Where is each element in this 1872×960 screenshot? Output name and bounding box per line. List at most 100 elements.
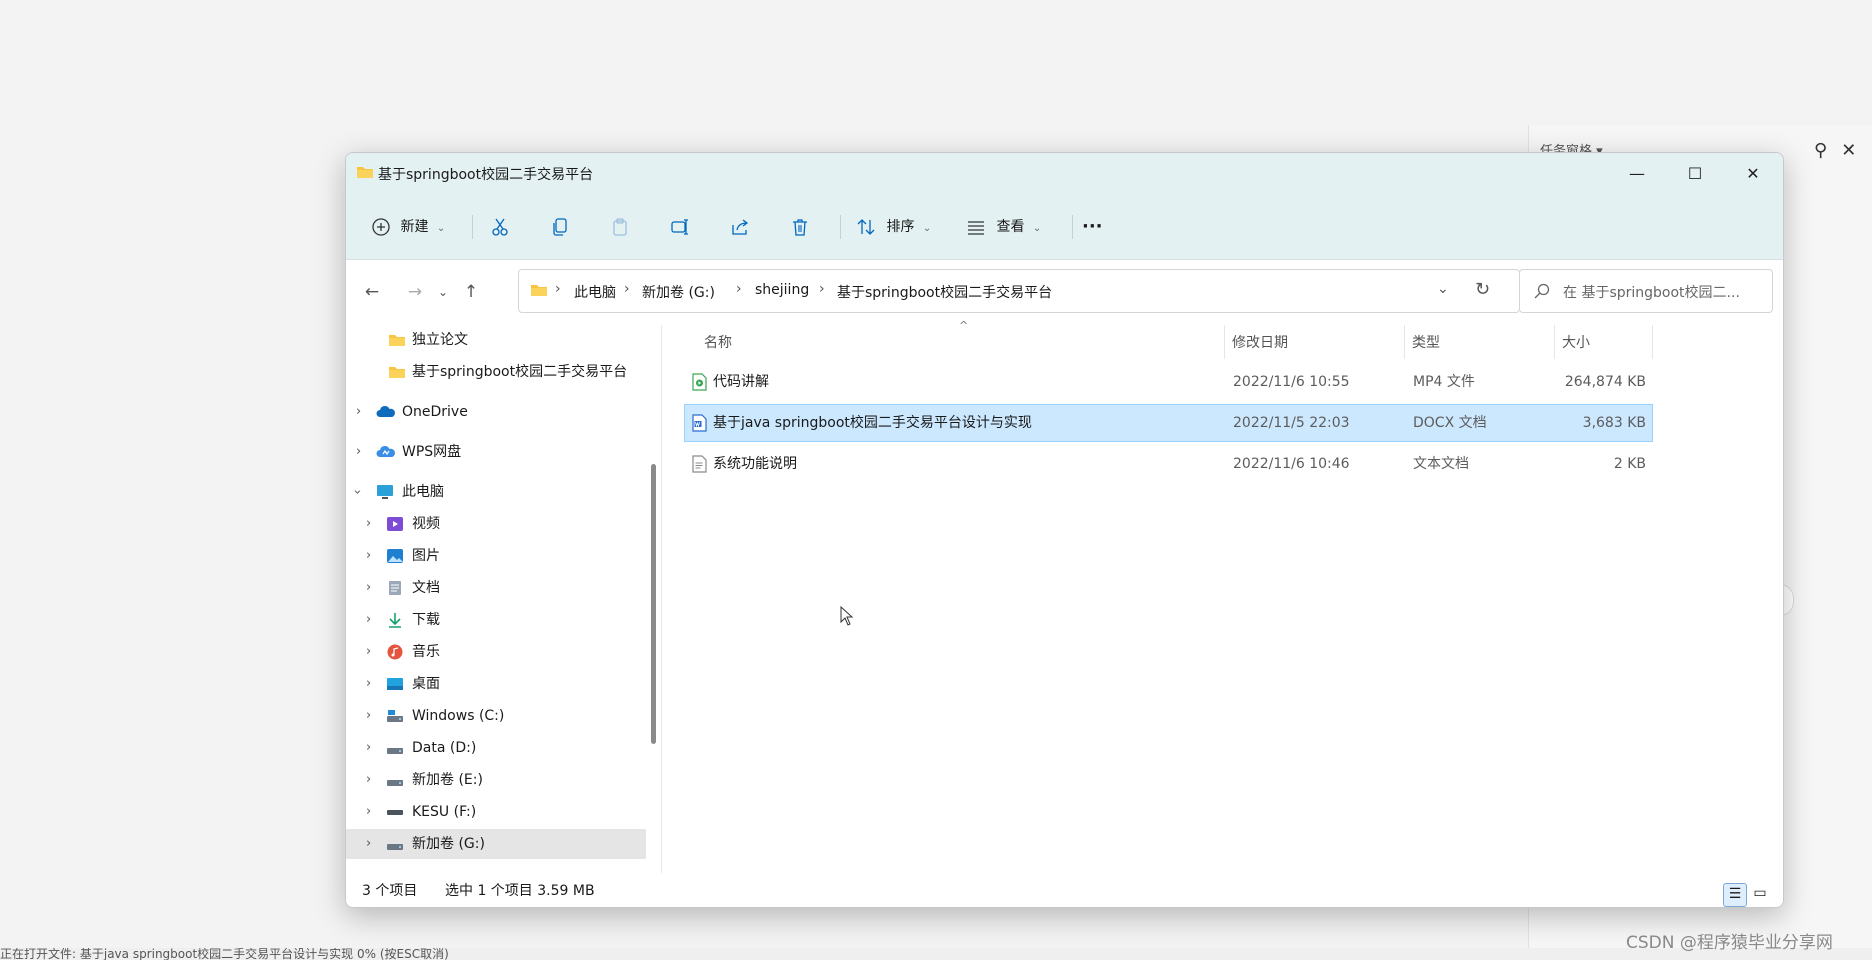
recent-locations-button[interactable]: ⌄ bbox=[430, 280, 456, 304]
breadcrumb-shejiing[interactable]: shejiing bbox=[755, 282, 809, 298]
file-size: 264,874 KB bbox=[1564, 374, 1646, 390]
maximize-button[interactable]: ☐ bbox=[1666, 153, 1724, 195]
search-box[interactable]: 在 基于springboot校园二... bbox=[1519, 269, 1773, 313]
view-label: 查看 bbox=[996, 219, 1025, 235]
nav-item-label: 下载 bbox=[412, 612, 440, 628]
refresh-icon[interactable]: ↻ bbox=[1475, 279, 1490, 300]
selection-info: 选中 1 个项目 3.59 MB bbox=[445, 883, 595, 899]
file-size: 3,683 KB bbox=[1582, 415, 1646, 431]
nav-item-drive-e[interactable]: › 新加卷 (E:) bbox=[346, 765, 646, 795]
nav-item-project-folder[interactable]: 基于springboot校园二手交易平台 bbox=[346, 357, 646, 387]
text-file-icon bbox=[692, 455, 707, 473]
trash-icon bbox=[793, 219, 807, 236]
toolbar-divider bbox=[1072, 215, 1073, 239]
arrow-left-icon: ← bbox=[364, 282, 380, 302]
watermark: CSDN @程序猿毕业分享网 bbox=[1626, 933, 1833, 953]
nav-item-drive-g[interactable]: › 新加卷 (G:) bbox=[346, 829, 646, 859]
share-button[interactable] bbox=[730, 211, 750, 243]
column-divider[interactable] bbox=[1554, 325, 1555, 359]
paste-button[interactable] bbox=[610, 211, 630, 243]
nav-item-videos[interactable]: › 视频 bbox=[346, 509, 646, 539]
drive-icon bbox=[387, 780, 403, 786]
breadcrumb-separator: › bbox=[555, 281, 561, 297]
column-header-type[interactable]: 类型 bbox=[1412, 325, 1440, 361]
nav-item-wps-cloud[interactable]: › WPS网盘 bbox=[346, 437, 646, 467]
copy-button[interactable] bbox=[550, 211, 570, 243]
nav-item-music[interactable]: › 音乐 bbox=[346, 637, 646, 667]
column-divider[interactable] bbox=[1652, 325, 1653, 359]
share-icon bbox=[732, 219, 749, 235]
view-button[interactable]: 查看 ⌄ bbox=[966, 211, 1041, 243]
close-button[interactable]: ✕ bbox=[1724, 153, 1782, 195]
paste-icon bbox=[613, 218, 627, 236]
nav-item-pictures[interactable]: › 图片 bbox=[346, 541, 646, 571]
column-header-name[interactable]: 名称 bbox=[704, 325, 732, 361]
column-header-size[interactable]: 大小 bbox=[1562, 325, 1590, 361]
chevron-right-icon: › bbox=[366, 612, 372, 627]
window-title: 基于springboot校园二手交易平台 bbox=[378, 167, 594, 183]
file-row[interactable]: 系统功能说明 2022/11/6 10:46 文本文档 2 KB bbox=[684, 445, 1653, 483]
delete-button[interactable] bbox=[790, 211, 810, 243]
nav-item-drive-d[interactable]: › Data (D:) bbox=[346, 733, 646, 763]
breadcrumb-drive-g[interactable]: 新加卷 (G:) bbox=[642, 282, 715, 302]
minimize-button[interactable]: — bbox=[1608, 153, 1666, 195]
column-header-date[interactable]: 修改日期 bbox=[1232, 325, 1288, 361]
documents-icon bbox=[389, 581, 401, 595]
download-icon bbox=[389, 613, 401, 628]
nav-item-label: KESU (F:) bbox=[412, 804, 477, 820]
column-divider[interactable] bbox=[1224, 325, 1225, 359]
folder-icon bbox=[389, 367, 405, 378]
file-explorer-window: 基于springboot校园二手交易平台 — ☐ ✕ 新建 ⌄ 排序 ⌄ 查看 … bbox=[345, 152, 1784, 908]
arrow-right-icon: → bbox=[407, 282, 423, 302]
more-options-button[interactable]: ··· bbox=[1082, 211, 1103, 243]
breadcrumb-this-pc[interactable]: 此电脑 bbox=[574, 282, 616, 302]
nav-item-label: 基于springboot校园二手交易平台 bbox=[412, 364, 628, 380]
close-icon[interactable]: ✕ bbox=[1841, 140, 1856, 161]
music-icon bbox=[387, 644, 403, 660]
command-bar: 新建 ⌄ 排序 ⌄ 查看 ⌄ ··· bbox=[346, 195, 1783, 260]
chevron-right-icon: › bbox=[366, 548, 372, 563]
up-button[interactable]: ↑ bbox=[458, 280, 484, 304]
back-button[interactable]: ← bbox=[359, 280, 385, 304]
sort-button[interactable]: 排序 ⌄ bbox=[856, 211, 931, 243]
address-bar[interactable]: › 此电脑 › 新加卷 (G:) › shejiing › 基于springbo… bbox=[518, 269, 1520, 313]
nav-item-onedrive[interactable]: › OneDrive bbox=[346, 397, 646, 427]
nav-item-label: OneDrive bbox=[402, 404, 468, 420]
scrollbar-thumb[interactable] bbox=[651, 464, 656, 744]
nav-item-label: 视频 bbox=[412, 516, 440, 532]
new-button[interactable]: 新建 ⌄ bbox=[372, 211, 445, 243]
nav-item-label: 新加卷 (E:) bbox=[412, 772, 483, 788]
nav-item-drive-f[interactable]: › KESU (F:) bbox=[346, 797, 646, 827]
nav-item-label: 文档 bbox=[412, 580, 440, 596]
nav-item-independent-paper[interactable]: 独立论文 bbox=[346, 325, 646, 355]
pane-divider[interactable] bbox=[661, 325, 662, 873]
rename-button[interactable] bbox=[670, 211, 690, 243]
large-icons-view-button[interactable]: ▭ bbox=[1749, 883, 1771, 905]
cut-button[interactable] bbox=[490, 211, 510, 243]
breadcrumb-separator: › bbox=[819, 281, 825, 297]
toolbar-divider bbox=[840, 215, 841, 239]
file-row[interactable]: 代码讲解 2022/11/6 10:55 MP4 文件 264,874 KB bbox=[684, 363, 1653, 401]
breadcrumb-current-folder[interactable]: 基于springboot校园二手交易平台 bbox=[837, 282, 1052, 302]
details-view-button[interactable]: ☰ bbox=[1723, 883, 1747, 907]
nav-item-drive-c[interactable]: › Windows (C:) bbox=[346, 701, 646, 731]
file-row-selected[interactable]: 基于java springboot校园二手交易平台设计与实现 2022/11/5… bbox=[684, 404, 1653, 442]
title-bar[interactable]: 基于springboot校园二手交易平台 — ☐ ✕ bbox=[346, 153, 1783, 195]
nav-scrollbar[interactable] bbox=[650, 325, 656, 873]
arrow-up-icon: ↑ bbox=[463, 282, 479, 302]
file-name: 代码讲解 bbox=[713, 374, 769, 390]
address-history-chevron-icon[interactable]: ⌄ bbox=[1437, 281, 1449, 297]
copy-icon bbox=[553, 218, 567, 236]
column-divider[interactable] bbox=[1404, 325, 1405, 359]
chevron-right-icon: › bbox=[356, 404, 362, 419]
file-name: 系统功能说明 bbox=[713, 456, 797, 472]
nav-item-documents[interactable]: › 文档 bbox=[346, 573, 646, 603]
forward-button[interactable]: → bbox=[402, 280, 428, 304]
pin-icon[interactable]: ⚲ bbox=[1814, 140, 1827, 161]
nav-item-desktop[interactable]: › 桌面 bbox=[346, 669, 646, 699]
drive-icon bbox=[387, 710, 403, 722]
nav-item-this-pc[interactable]: › 此电脑 bbox=[346, 477, 646, 507]
file-type: DOCX 文档 bbox=[1413, 415, 1487, 431]
file-name: 基于java springboot校园二手交易平台设计与实现 bbox=[713, 415, 1032, 431]
nav-item-downloads[interactable]: › 下载 bbox=[346, 605, 646, 635]
